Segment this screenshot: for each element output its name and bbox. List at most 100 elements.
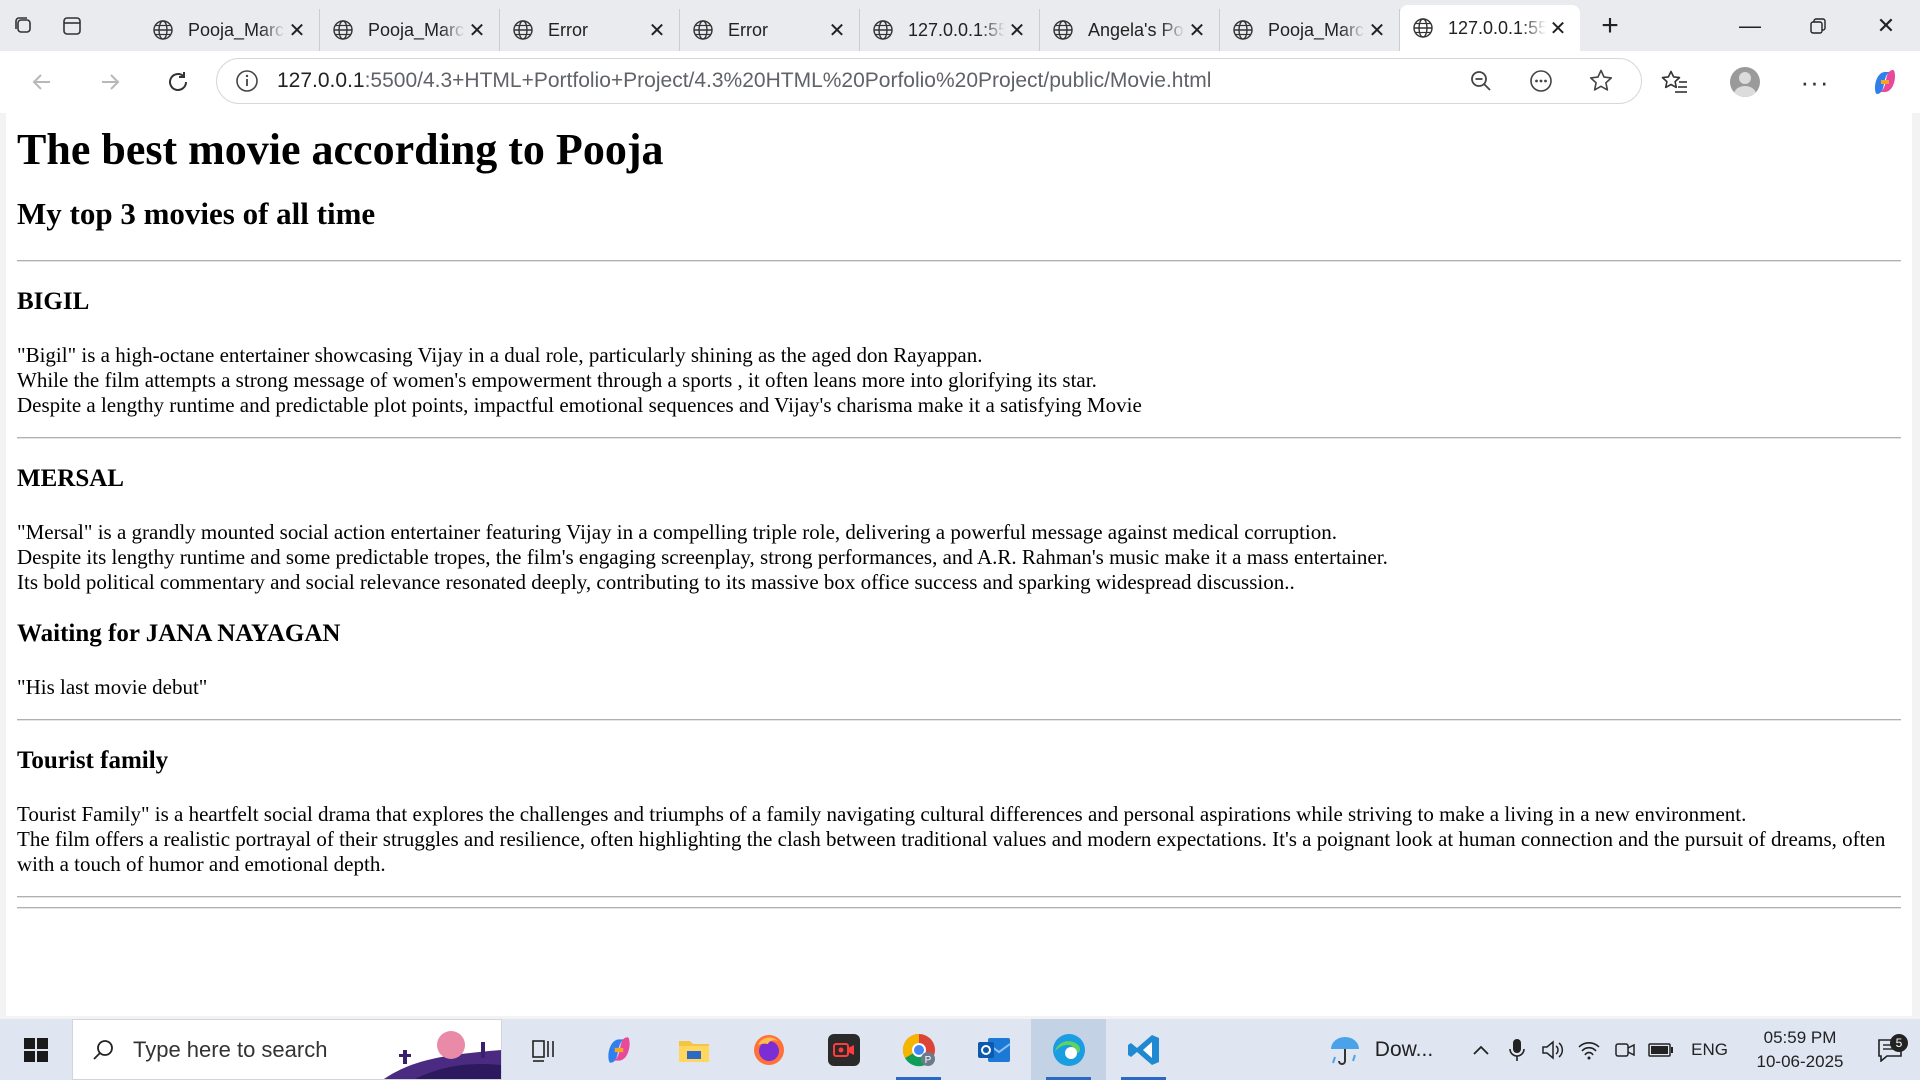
globe-icon <box>1233 20 1253 40</box>
browser-tools: ··· <box>1640 51 1920 113</box>
movie-review-mersal: "Mersal" is a grandly mounted social act… <box>17 520 1901 595</box>
notification-center-icon[interactable]: 5 <box>1860 1033 1920 1062</box>
browser-tab[interactable]: Error ✕ <box>500 9 680 51</box>
globe-icon <box>333 20 353 40</box>
firefox-icon[interactable] <box>731 1019 806 1080</box>
movie-heading-tourist-family: Tourist family <box>17 747 169 774</box>
review-line: Its bold political commentary and social… <box>17 570 1295 594</box>
close-tab-icon[interactable]: ✕ <box>1005 18 1029 43</box>
avatar <box>1730 67 1760 97</box>
profile-avatar[interactable] <box>1710 51 1780 113</box>
tab-title: Pooja_Marc <box>368 19 465 40</box>
tab-title: Pooja_Marc <box>188 19 285 40</box>
weather-text: Dow... <box>1374 1037 1434 1061</box>
settings-menu-icon[interactable]: ··· <box>1780 51 1850 113</box>
review-line: The film offers a realistic portrayal of… <box>17 827 1886 876</box>
close-tab-icon[interactable]: ✕ <box>1185 18 1209 43</box>
tab-title: Pooja_Marc <box>1268 19 1365 40</box>
url-text: 127.0.0.1:5500/4.3+HTML+Portfolio+Projec… <box>277 69 1211 93</box>
close-tab-icon[interactable]: ✕ <box>285 18 309 43</box>
review-line: "His last movie debut" <box>17 675 208 699</box>
back-icon[interactable] <box>14 57 70 107</box>
close-tab-icon[interactable]: ✕ <box>465 18 489 43</box>
restore-icon[interactable] <box>1784 0 1852 51</box>
wifi-icon[interactable] <box>1571 1040 1607 1060</box>
system-tray: Dow... ENG 05:59 PM 10-06-2025 5 <box>1327 1019 1920 1080</box>
review-line: "Bigil" is a high-octane entertainer sho… <box>17 343 983 367</box>
movie-review-tourist-family: Tourist Family" is a heartfelt social dr… <box>17 802 1901 877</box>
svg-text:P: P <box>924 1055 931 1066</box>
tab-title: 127.0.0.1:55 <box>908 19 1005 40</box>
review-line: Despite its lengthy runtime and some pre… <box>17 545 1388 569</box>
page-content: The best movie according to Pooja My top… <box>6 122 1912 909</box>
browser-toolbar: 127.0.0.1:5500/4.3+HTML+Portfolio+Projec… <box>0 51 1920 113</box>
weather-widget[interactable]: Dow... <box>1327 1033 1433 1067</box>
browser-tab[interactable]: 127.0.0.1:55 ✕ <box>860 9 1040 51</box>
review-line: While the film attempts a strong message… <box>17 368 1097 392</box>
divider <box>17 260 1901 262</box>
chevron-up-icon[interactable] <box>1463 1044 1499 1056</box>
workspaces-icon[interactable] <box>0 0 48 51</box>
close-tab-icon[interactable]: ✕ <box>825 18 849 43</box>
movie-review-bigil: "Bigil" is a high-octane entertainer sho… <box>17 343 1901 418</box>
address-bar-actions <box>1451 59 1631 103</box>
tab-actions-icon[interactable] <box>48 0 96 51</box>
taskbar-search-box[interactable]: Type here to search <box>72 1019 502 1080</box>
file-explorer-icon[interactable] <box>656 1019 731 1080</box>
favorites-icon[interactable] <box>1640 51 1710 113</box>
forward-icon[interactable] <box>82 57 138 107</box>
browser-tab[interactable]: Error ✕ <box>680 9 860 51</box>
copilot-icon[interactable] <box>1850 51 1920 113</box>
windows-start-icon[interactable] <box>0 1019 72 1080</box>
tab-title: Error <box>728 19 768 40</box>
language-indicator[interactable]: ENG <box>1691 1040 1728 1060</box>
volume-icon[interactable] <box>1535 1039 1571 1061</box>
web-page-viewport: The best movie according to Pooja My top… <box>6 113 1912 1016</box>
rain-umbrella-icon <box>1330 1036 1359 1065</box>
meet-now-icon[interactable] <box>1607 1039 1643 1061</box>
movie-heading-mersal: MERSAL <box>17 465 124 492</box>
read-aloud-icon[interactable] <box>1511 68 1571 94</box>
clock-date: 10-06-2025 <box>1756 1051 1844 1071</box>
browser-tab[interactable]: Pooja_Marc ✕ <box>320 9 500 51</box>
search-highlight-illustration-icon <box>384 1031 501 1079</box>
divider <box>17 437 1901 439</box>
divider <box>17 896 1901 898</box>
close-tab-icon[interactable]: ✕ <box>645 18 669 43</box>
divider <box>17 719 1901 721</box>
task-view-icon[interactable] <box>506 1019 581 1080</box>
browser-tab[interactable]: Pooja_Marc ✕ <box>1220 9 1400 51</box>
vscode-icon[interactable] <box>1106 1019 1181 1080</box>
microphone-icon[interactable] <box>1499 1038 1535 1062</box>
page-title: The best movie according to Pooja <box>17 125 664 174</box>
browser-tab[interactable]: Pooja_Marc ✕ <box>140 9 320 51</box>
windows-taskbar: Type here to search P Dow... ENG 05:59 P… <box>0 1019 1920 1080</box>
movie-heading-jana-nayagan: Waiting for JANA NAYAGAN <box>17 620 341 647</box>
browser-tab-active[interactable]: 127.0.0.1:55 ✕ <box>1400 5 1580 51</box>
address-bar[interactable]: 127.0.0.1:5500/4.3+HTML+Portfolio+Projec… <box>216 58 1642 104</box>
close-window-icon[interactable]: ✕ <box>1852 0 1920 51</box>
tab-strip: Pooja_Marc ✕ Pooja_Marc ✕ Error ✕ Error … <box>0 0 1920 51</box>
chrome-icon[interactable]: P <box>881 1019 956 1080</box>
clock[interactable]: 05:59 PM 10-06-2025 <box>1740 1026 1860 1074</box>
close-tab-icon[interactable]: ✕ <box>1365 18 1389 43</box>
refresh-icon[interactable] <box>150 57 206 107</box>
globe-icon <box>153 20 173 40</box>
zoom-out-icon[interactable] <box>1451 69 1511 93</box>
favorite-star-icon[interactable] <box>1571 68 1631 94</box>
copilot-app-icon[interactable] <box>581 1019 656 1080</box>
globe-icon <box>513 20 533 40</box>
minimize-icon[interactable]: — <box>1716 0 1784 51</box>
close-tab-icon[interactable]: ✕ <box>1546 16 1570 41</box>
screen-recorder-icon[interactable] <box>806 1019 881 1080</box>
page-subtitle: My top 3 movies of all time <box>17 196 376 231</box>
browser-tab[interactable]: Angela's Po ✕ <box>1040 9 1220 51</box>
site-info-icon[interactable] <box>217 69 277 93</box>
battery-icon[interactable] <box>1643 1042 1679 1057</box>
outlook-icon[interactable] <box>956 1019 1031 1080</box>
new-tab-icon[interactable]: + <box>1580 0 1640 51</box>
movie-note-jana-nayagan: "His last movie debut" <box>17 675 1901 700</box>
tab-title: Error <box>548 19 588 40</box>
edge-icon[interactable] <box>1031 1019 1106 1080</box>
review-line: Despite a lengthy runtime and predictabl… <box>17 393 1142 417</box>
